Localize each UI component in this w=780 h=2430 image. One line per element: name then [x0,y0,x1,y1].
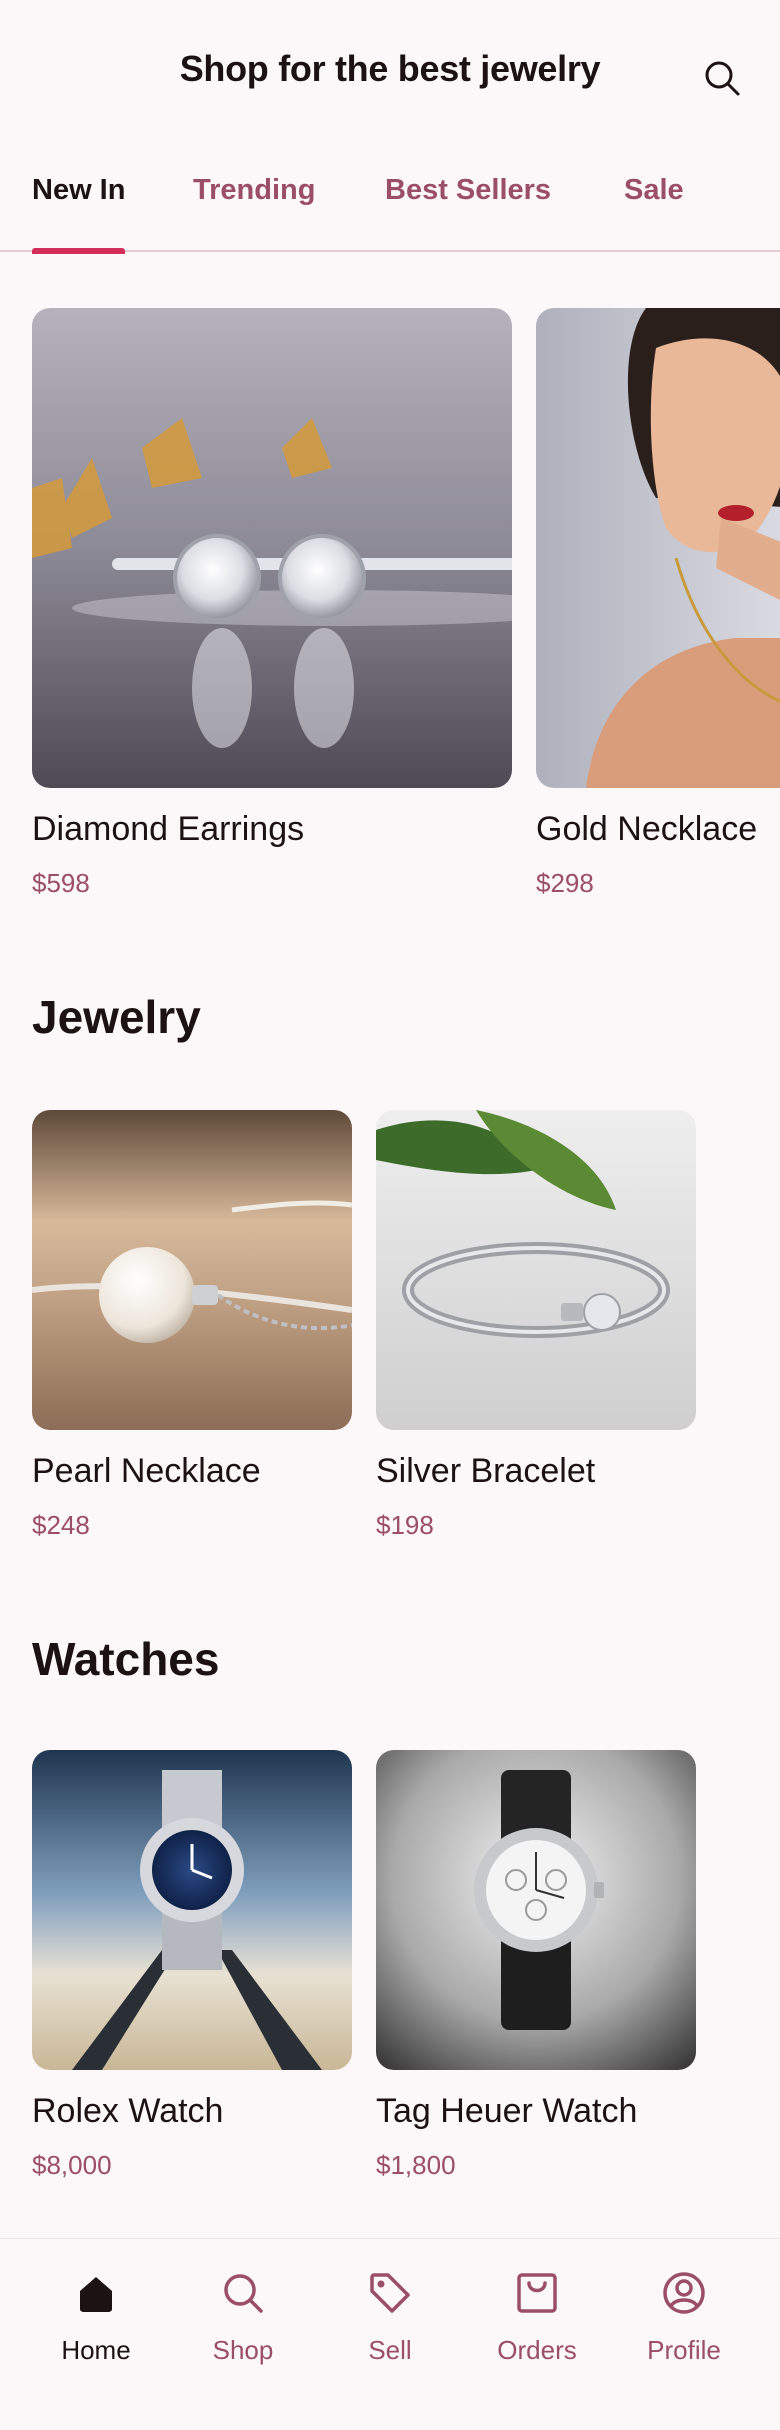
tab-new-in[interactable]: New In [32,174,126,254]
tab-sale[interactable]: Sale [624,174,684,252]
product-price: $248 [32,1510,90,1540]
section-title-watches: Watches [32,1633,220,1685]
featured-card-gold-necklace[interactable]: Gold Necklace $298 [536,308,780,898]
home-icon [80,2277,112,2312]
product-image [32,1750,352,2070]
product-name: Gold Necklace [536,810,758,848]
bag-icon [517,2273,557,2313]
product-price: $298 [536,868,594,898]
product-image [32,1110,352,1430]
nav-item-shop[interactable]: Shop [173,2269,313,2389]
active-tab-indicator [32,248,126,254]
tab-best-sellers[interactable]: Best Sellers [385,174,551,252]
profile-icon [663,2272,705,2314]
product-image [376,1750,696,2070]
category-tabs: New In Trending Best Sellers Sale [0,150,780,254]
product-price: $198 [376,1510,434,1540]
product-image [536,308,780,788]
product-price: $1,800 [376,2150,456,2180]
product-image [376,1110,696,1430]
section-title-jewelry: Jewelry [32,991,201,1043]
product-name: Pearl Necklace [32,1452,261,1490]
product-card-rolex-watch[interactable]: Rolex Watch $8,000 [32,1750,352,2180]
tag-icon [370,2273,410,2313]
product-name: Diamond Earrings [32,810,305,848]
nav-item-orders[interactable]: Orders [467,2269,607,2389]
product-card-tag-heuer-watch[interactable]: Tag Heuer Watch $1,800 [376,1750,696,2180]
search-icon [705,61,740,96]
tab-label: Sale [624,174,684,206]
product-image [32,308,512,788]
tab-label: Trending [193,174,316,206]
featured-card-diamond-earrings[interactable]: Diamond Earrings $598 [32,308,512,898]
nav-label: Sell [368,2335,412,2365]
product-price: $598 [32,868,90,898]
nav-label: Shop [212,2335,274,2365]
tab-trending[interactable]: Trending [193,174,315,252]
app-header: Shop for the best jewelry [0,0,780,150]
product-card-silver-bracelet[interactable]: Silver Bracelet $198 [376,1110,696,1540]
product-name: Silver Bracelet [376,1452,596,1490]
nav-item-profile[interactable]: Profile [614,2269,754,2389]
nav-label: Orders [497,2335,577,2365]
page-title: Shop for the best jewelry [179,48,601,89]
search-button[interactable] [698,54,746,102]
nav-item-home[interactable]: Home [26,2269,166,2389]
product-name: Rolex Watch [32,2092,224,2130]
product-price: $8,000 [32,2150,112,2180]
tab-label: New In [32,174,126,206]
product-card-pearl-necklace[interactable]: Pearl Necklace $248 [32,1110,352,1540]
search-icon [224,2274,263,2313]
tab-label: Best Sellers [385,174,552,206]
nav-label: Profile [647,2335,721,2365]
nav-item-sell[interactable]: Sell [320,2269,460,2389]
nav-label: Home [61,2335,131,2365]
bottom-navigation: Home Shop Sell Orders Profile [0,2238,780,2430]
product-name: Tag Heuer Watch [376,2092,638,2130]
